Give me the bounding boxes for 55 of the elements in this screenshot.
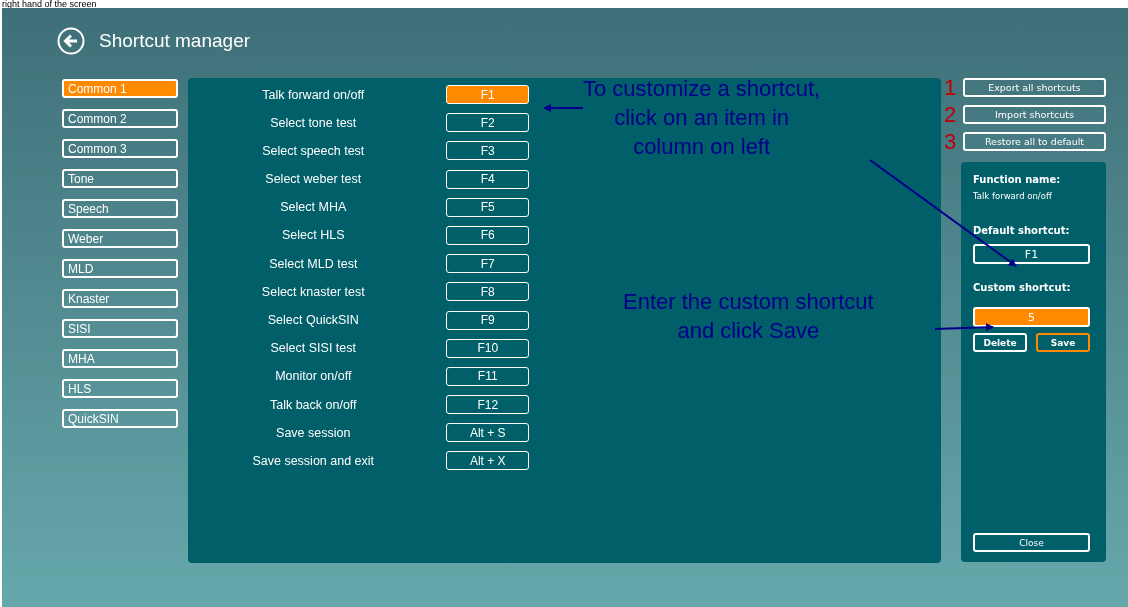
function-name[interactable]: Select tone test [188,115,439,130]
function-name[interactable]: Monitor on/off [188,369,439,384]
category-tab[interactable]: MLD [62,259,178,278]
field-label: Function name: [973,174,1062,185]
step-number: 1 [944,78,957,97]
step-number: 2 [944,105,957,124]
function-name[interactable]: Select weber test [188,172,439,187]
category-tab[interactable]: Weber [62,229,178,248]
save-button[interactable]: Save [1036,333,1090,352]
category-tab[interactable]: Knaster [62,289,178,308]
function-name[interactable]: Select QuickSIN [188,313,439,327]
field-label: Default shortcut: [973,225,1071,236]
shortcut-key-button[interactable]: F8 [446,282,530,302]
field-label: Custom shortcut: [973,282,1072,293]
shortcut-key-button[interactable]: F11 [446,366,530,386]
shortcut-key-button[interactable]: F10 [446,338,530,358]
annotation-text: Enter the custom shortcut and click Save [623,288,874,345]
step-number: 3 [944,132,957,151]
delete-button[interactable]: Delete [973,333,1027,352]
action-button[interactable]: Restore all to default [963,132,1106,151]
shortcut-key-button[interactable]: Alt + S [446,423,530,443]
default-shortcut-field: F1 [973,244,1090,264]
function-name[interactable]: Select HLS [188,228,439,243]
function-name[interactable]: Select MHA [188,200,439,215]
annotation-arrow [934,323,994,332]
shortcut-key-button[interactable]: Alt + X [446,451,530,471]
function-name[interactable]: Save session and exit [188,453,439,468]
category-tab[interactable]: Tone [62,169,178,188]
function-name[interactable]: Talk back on/off [188,397,439,412]
shortcut-key-button[interactable]: F5 [446,197,530,217]
function-name[interactable]: Save session [188,425,439,440]
function-name[interactable]: Select knaster test [188,284,439,299]
shortcut-key-button[interactable]: F2 [446,113,530,133]
action-button[interactable]: Import shortcuts [963,105,1106,124]
annotation-text: To customize a shortcut, click on an item in column on left [583,75,821,161]
function-name[interactable]: Select SISI test [188,341,439,356]
function-name-value: Talk forward on/off [973,191,1053,201]
shortcut-key-button[interactable]: F7 [446,254,530,274]
category-tab[interactable]: Common 2 [62,109,178,128]
category-tab[interactable]: Speech [62,199,178,218]
function-name[interactable]: Select MLD test [188,256,439,271]
shortcut-key-button[interactable]: F9 [446,310,530,330]
shortcut-key-button[interactable]: F6 [446,225,530,245]
function-name[interactable]: Select speech test [188,143,439,158]
category-tab[interactable]: SISI [62,319,178,338]
annotation-arrow [543,104,584,112]
category-tab[interactable]: MHA [62,349,178,368]
close-button[interactable]: Close [973,533,1090,552]
shortcut-key-button[interactable]: F4 [446,169,530,189]
category-tab[interactable]: Common 3 [62,139,178,158]
shortcut-key-button[interactable]: F3 [446,141,530,161]
shortcut-key-button[interactable]: F12 [446,395,530,415]
page-title: Shortcut manager [99,30,251,52]
function-name[interactable]: Talk forward on/off [188,87,439,102]
action-button[interactable]: Export all shortcuts [963,78,1106,97]
